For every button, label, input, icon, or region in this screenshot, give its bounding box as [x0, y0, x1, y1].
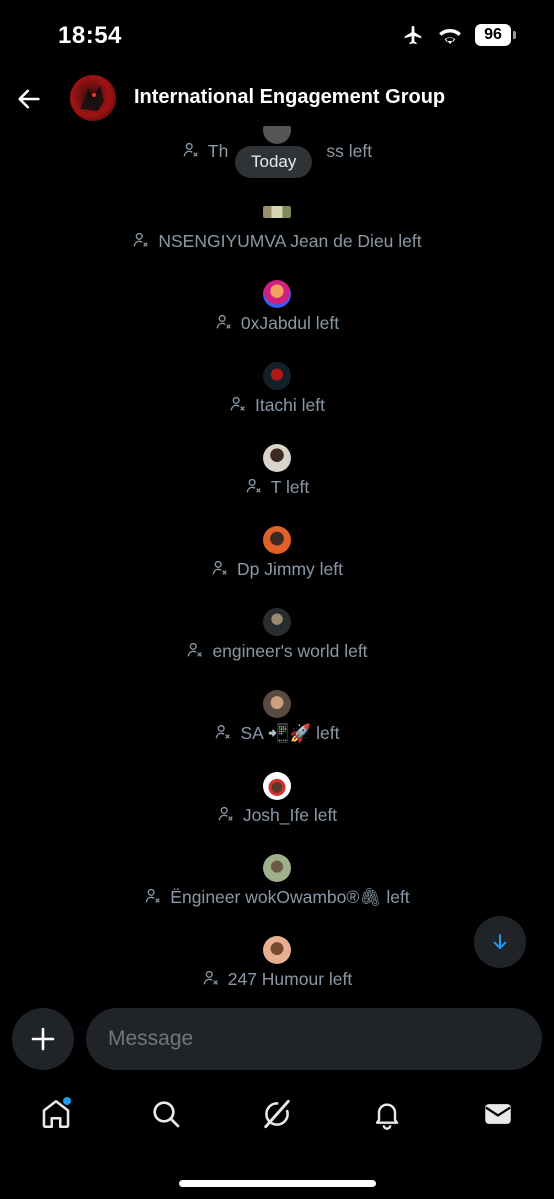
chat-header: International Engagement Group — [0, 72, 554, 126]
person-removed-icon — [216, 314, 231, 329]
wifi-icon — [439, 28, 461, 44]
back-arrow-icon — [18, 89, 40, 109]
person-removed-icon — [188, 642, 203, 657]
leave-event-text: 247 Humour left — [0, 969, 554, 990]
scroll-to-bottom-button[interactable] — [474, 916, 526, 968]
person-removed-icon — [203, 970, 218, 985]
person-removed-icon — [216, 724, 231, 739]
nav-notifications[interactable] — [365, 1092, 409, 1136]
event-label: Dp Jimmy left — [237, 559, 343, 579]
person-removed-icon — [218, 806, 233, 821]
avatar — [263, 444, 291, 472]
home-indicator — [179, 1180, 376, 1187]
bottom-nav — [0, 1086, 554, 1146]
battery-level: 96 — [475, 24, 511, 46]
search-icon — [153, 1101, 180, 1128]
status-time: 18:54 — [58, 22, 122, 49]
notification-dot — [62, 1096, 72, 1106]
leave-event-text: Dp Jimmy left — [0, 559, 554, 580]
event-label: 247 Humour left — [227, 969, 353, 989]
event-label: Josh_Ife left — [242, 805, 338, 825]
person-removed-icon — [246, 478, 261, 493]
avatar — [263, 772, 291, 800]
event-label: 0xJabdul left — [240, 313, 340, 333]
leave-event-text: 0xJabdul left — [0, 313, 554, 334]
leave-event-text: T left — [0, 477, 554, 498]
avatar — [263, 206, 291, 218]
avatar — [263, 362, 291, 390]
avatar — [263, 854, 291, 882]
messages-list[interactable]: Today Th ss left NSENGIYUMVA Jean de Dieu… — [0, 126, 554, 996]
group-title[interactable]: International Engagement Group — [134, 86, 445, 109]
leave-event-text: NSENGIYUMVA Jean de Dieu left — [0, 231, 554, 252]
date-pill: Today — [235, 146, 313, 178]
event-label: T left — [270, 477, 310, 497]
airplane-mode-icon — [404, 25, 422, 45]
avatar — [263, 936, 291, 964]
avatar — [263, 526, 291, 554]
event-label: Ëngineer wokOwambo®🖇 left — [170, 887, 410, 907]
battery-tip — [513, 31, 516, 39]
add-attachment-button[interactable] — [12, 1008, 74, 1070]
event-text-start: Th — [207, 141, 229, 161]
status-bar: 18:54 96 — [0, 0, 554, 72]
arrow-down-icon — [493, 934, 507, 949]
event-label: NSENGIYUMVA Jean de Dieu left — [158, 231, 422, 251]
plus-icon — [31, 1027, 55, 1051]
leave-event-text: Ëngineer wokOwambo®🖇 left — [0, 887, 554, 908]
nav-search[interactable] — [144, 1092, 188, 1136]
person-removed-icon — [145, 888, 161, 903]
leave-event-text: SA 📲🚀 left — [0, 723, 554, 744]
messages-icon — [485, 1104, 511, 1124]
avatar — [263, 280, 291, 308]
avatar — [263, 608, 291, 636]
leave-event-text: Josh_Ife left — [0, 805, 554, 826]
grok-icon — [264, 1099, 290, 1129]
person-removed-icon — [133, 232, 149, 247]
status-icons: 96 — [401, 24, 516, 46]
notifications-icon — [375, 1103, 399, 1130]
avatar — [263, 690, 291, 718]
message-composer — [0, 1002, 554, 1076]
event-label: engineer's world left — [212, 641, 368, 661]
person-removed-icon — [183, 142, 198, 157]
group-avatar[interactable] — [70, 75, 116, 121]
message-input[interactable] — [86, 1008, 542, 1070]
person-removed-icon — [212, 560, 227, 575]
battery-indicator: 96 — [475, 24, 516, 46]
nav-home[interactable] — [34, 1092, 78, 1136]
event-label: SA 📲🚀 left — [240, 723, 340, 743]
event-text-end: ss left — [326, 141, 373, 161]
leave-event-text: Itachi left — [0, 395, 554, 416]
person-removed-icon — [230, 396, 245, 411]
nav-grok[interactable] — [255, 1092, 299, 1136]
event-label: Itachi left — [254, 395, 326, 415]
nav-messages[interactable] — [476, 1092, 520, 1136]
back-button[interactable] — [12, 82, 46, 116]
leave-event-text: engineer's world left — [0, 641, 554, 662]
